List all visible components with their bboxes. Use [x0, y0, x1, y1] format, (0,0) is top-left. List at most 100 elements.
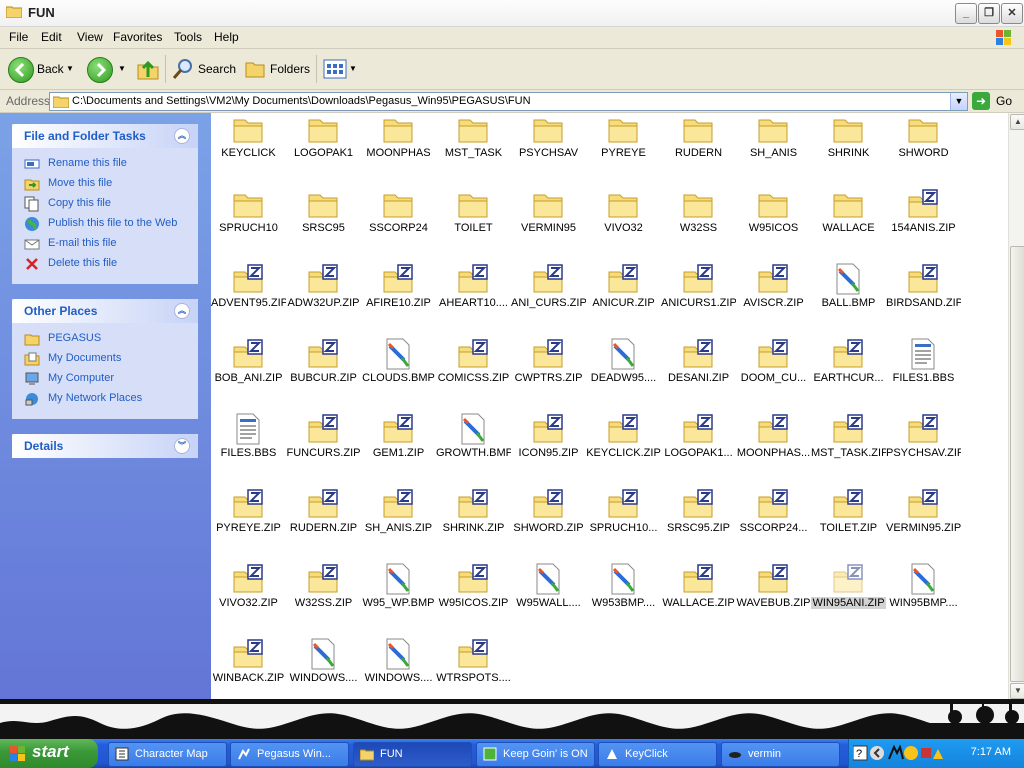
file-item[interactable]: BOB_ANI.ZIP: [211, 338, 286, 408]
tray-icons[interactable]: ?: [853, 745, 943, 762]
file-item[interactable]: ADW32UP.ZIP: [286, 263, 361, 333]
file-item[interactable]: ICON95.ZIP: [511, 413, 586, 483]
task-vermin[interactable]: vermin: [721, 742, 840, 767]
views-icon[interactable]: [323, 59, 347, 79]
back-arrow-icon[interactable]: [8, 57, 34, 83]
collapse-icon[interactable]: ︽: [174, 128, 190, 144]
folder-item[interactable]: PSYCHSAV: [511, 113, 586, 183]
task-fun[interactable]: FUN: [353, 742, 472, 767]
search-button[interactable]: Search: [198, 57, 236, 81]
file-item[interactable]: DEADW95....: [586, 338, 661, 408]
address-dropdown-icon[interactable]: ▼: [950, 93, 967, 110]
expand-icon[interactable]: ︾: [174, 438, 190, 454]
folders-icon[interactable]: [244, 58, 266, 80]
folder-item[interactable]: VERMIN95: [511, 188, 586, 258]
file-item[interactable]: AHEART10....: [436, 263, 511, 333]
folder-item[interactable]: VIVO32: [586, 188, 661, 258]
file-item[interactable]: BUBCUR.ZIP: [286, 338, 361, 408]
search-icon[interactable]: [172, 58, 194, 80]
folder-item[interactable]: SSCORP24: [361, 188, 436, 258]
back-dropdown-icon[interactable]: ▼: [66, 57, 74, 81]
forward-dropdown-icon[interactable]: ▼: [118, 57, 126, 81]
file-item[interactable]: SSCORP24...: [736, 488, 811, 558]
file-item[interactable]: RUDERN.ZIP: [286, 488, 361, 558]
file-item[interactable]: BALL.BMP: [811, 263, 886, 333]
menu-help[interactable]: Help: [214, 30, 239, 44]
panel-header[interactable]: Other Places ︽: [12, 299, 198, 323]
collapse-icon[interactable]: ︽: [174, 303, 190, 319]
file-item[interactable]: FILES1.BBS: [886, 338, 961, 408]
menu-view[interactable]: View: [77, 30, 103, 44]
file-item[interactable]: WTRSPOTS....: [436, 638, 511, 699]
views-dropdown-icon[interactable]: ▼: [349, 57, 357, 81]
file-item[interactable]: CWPTRS.ZIP: [511, 338, 586, 408]
file-item[interactable]: TOILET.ZIP: [811, 488, 886, 558]
file-item[interactable]: DESANI.ZIP: [661, 338, 736, 408]
address-input[interactable]: C:\Documents and Settings\VM2\My Documen…: [49, 92, 968, 111]
file-item[interactable]: ANI_CURS.ZIP: [511, 263, 586, 333]
folder-item[interactable]: TOILET: [436, 188, 511, 258]
file-item[interactable]: MST_TASK.ZIP: [811, 413, 886, 483]
file-item[interactable]: FILES.BBS: [211, 413, 286, 483]
folder-item[interactable]: WALLACE: [811, 188, 886, 258]
task-keyclick[interactable]: KeyClick: [598, 742, 717, 767]
folder-item[interactable]: SH_ANIS: [736, 113, 811, 183]
folder-item[interactable]: KEYCLICK: [211, 113, 286, 183]
scroll-up-icon[interactable]: ▲: [1010, 114, 1024, 130]
menu-edit[interactable]: Edit: [41, 30, 62, 44]
folder-item[interactable]: SRSC95: [286, 188, 361, 258]
file-item[interactable]: W95WALL....: [511, 563, 586, 633]
up-folder-icon[interactable]: [136, 57, 160, 81]
file-item[interactable]: WIN95BMP....: [886, 563, 961, 633]
close-button[interactable]: ✕: [1001, 3, 1023, 24]
file-item[interactable]: 154ANIS.ZIP: [886, 188, 961, 258]
file-item[interactable]: AVISCR.ZIP: [736, 263, 811, 333]
file-item[interactable]: SPRUCH10...: [586, 488, 661, 558]
file-item[interactable]: ADVENT95.ZIP: [211, 263, 286, 333]
file-item[interactable]: VIVO32.ZIP: [211, 563, 286, 633]
file-item[interactable]: SHRINK.ZIP: [436, 488, 511, 558]
file-item[interactable]: WAVEBUB.ZIP: [736, 563, 811, 633]
file-item[interactable]: BIRDSAND.ZIP: [886, 263, 961, 333]
file-item[interactable]: WIN95ANI.ZIP: [811, 563, 886, 633]
folder-item[interactable]: MST_TASK: [436, 113, 511, 183]
file-item[interactable]: GROWTH.BMP: [436, 413, 511, 483]
task-pegasus[interactable]: Pegasus Win...: [230, 742, 349, 767]
folder-item[interactable]: RUDERN: [661, 113, 736, 183]
forward-arrow-icon[interactable]: [87, 57, 113, 83]
file-item[interactable]: DOOM_CU...: [736, 338, 811, 408]
start-button[interactable]: start: [0, 739, 98, 768]
task-character-map[interactable]: Character Map: [108, 742, 227, 767]
scroll-thumb[interactable]: [1010, 246, 1024, 682]
panel-header[interactable]: Details ︾: [12, 434, 198, 458]
file-item[interactable]: VERMIN95.ZIP: [886, 488, 961, 558]
file-item[interactable]: COMICSS.ZIP: [436, 338, 511, 408]
file-item[interactable]: EARTHCUR...: [811, 338, 886, 408]
file-item[interactable]: ANICURS1.ZIP: [661, 263, 736, 333]
file-item[interactable]: W953BMP....: [586, 563, 661, 633]
menu-file[interactable]: File: [9, 30, 28, 44]
file-item[interactable]: WINDOWS....: [286, 638, 361, 699]
minimize-button[interactable]: _: [955, 3, 977, 24]
menu-favorites[interactable]: Favorites: [113, 30, 162, 44]
file-item[interactable]: WINDOWS....: [361, 638, 436, 699]
folder-item[interactable]: SHRINK: [811, 113, 886, 183]
file-item[interactable]: W32SS.ZIP: [286, 563, 361, 633]
folder-item[interactable]: W32SS: [661, 188, 736, 258]
file-item[interactable]: SHWORD.ZIP: [511, 488, 586, 558]
folder-item[interactable]: SPRUCH10: [211, 188, 286, 258]
file-item[interactable]: MOONPHAS...: [736, 413, 811, 483]
file-item[interactable]: SH_ANIS.ZIP: [361, 488, 436, 558]
file-item[interactable]: CLOUDS.BMP: [361, 338, 436, 408]
file-item[interactable]: LOGOPAK1...: [661, 413, 736, 483]
file-item[interactable]: ANICUR.ZIP: [586, 263, 661, 333]
file-item[interactable]: GEM1.ZIP: [361, 413, 436, 483]
folders-button[interactable]: Folders: [270, 57, 310, 81]
file-item[interactable]: W95ICOS.ZIP: [436, 563, 511, 633]
scroll-down-icon[interactable]: ▼: [1010, 683, 1024, 699]
folder-item[interactable]: LOGOPAK1: [286, 113, 361, 183]
file-item[interactable]: W95_WP.BMP: [361, 563, 436, 633]
menu-tools[interactable]: Tools: [174, 30, 202, 44]
file-item[interactable]: SRSC95.ZIP: [661, 488, 736, 558]
file-item[interactable]: KEYCLICK.ZIP: [586, 413, 661, 483]
